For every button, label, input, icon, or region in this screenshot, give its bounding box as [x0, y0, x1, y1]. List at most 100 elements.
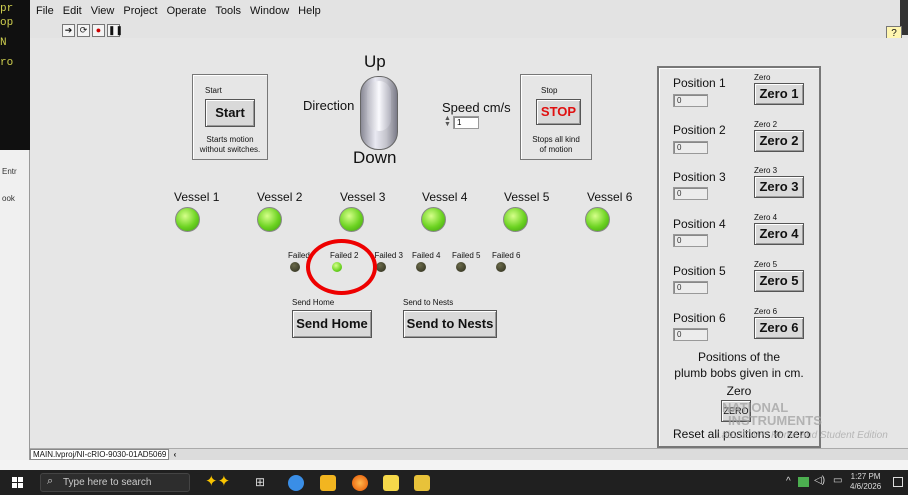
terminal-line: pr — [0, 3, 14, 15]
start-button[interactable]: Start — [205, 99, 255, 127]
zero-5-button[interactable]: Zero 5 — [754, 270, 804, 292]
stop-button[interactable]: STOP — [536, 99, 581, 125]
position-value: 0 — [673, 281, 708, 294]
stop-box: Stop STOP Stops all kind of motion — [520, 74, 592, 160]
position-value: 0 — [673, 141, 708, 154]
status-bar: MAIN.lvproj/NI-cRIO-9030-01AD5069 ‹ — [30, 448, 908, 460]
zero-2-button[interactable]: Zero 2 — [754, 130, 804, 152]
direction-toggle-switch[interactable] — [360, 76, 398, 150]
windows-taskbar: Type here to search ⌕ ✦✦ ⊞ ^ ◁) ▭ 1:27 P… — [0, 470, 908, 495]
position-value: 0 — [673, 328, 708, 341]
clock-date: 4/6/2026 — [850, 482, 882, 491]
vessel-label: Vessel 1 — [174, 190, 220, 204]
vessel-led-6 — [585, 207, 610, 232]
menu-bar: File Edit View Project Operate Tools Win… — [30, 0, 908, 22]
stop-description: of motion — [539, 145, 573, 154]
red-highlight-circle — [306, 239, 377, 295]
taskbar-clock[interactable]: 1:27 PM 4/6/2026 — [850, 472, 881, 492]
pause-icon[interactable]: ❚❚ — [107, 24, 123, 37]
menu-operate[interactable]: Operate — [167, 5, 207, 17]
position-value: 0 — [673, 234, 708, 247]
menu-window[interactable]: Window — [250, 5, 289, 17]
speed-input[interactable]: 1 — [453, 116, 479, 129]
menu-help[interactable]: Help — [298, 5, 321, 17]
front-panel: Start Start Starts motion without switch… — [30, 38, 908, 448]
firefox-icon[interactable] — [352, 475, 368, 491]
network-icon[interactable]: ▭ — [833, 475, 842, 486]
vessel-label: Vessel 6 — [587, 190, 633, 204]
zero-4-button[interactable]: Zero 4 — [754, 223, 804, 245]
position-label: Position 4 — [673, 217, 726, 231]
menu-tools[interactable]: Tools — [215, 5, 241, 17]
vessel-label: Vessel 2 — [257, 190, 303, 204]
start-box: Start Start Starts motion without switch… — [192, 74, 268, 160]
app-icon[interactable] — [288, 475, 304, 491]
vessel-label: Vessel 5 — [504, 190, 550, 204]
search-icon: ⌕ — [47, 475, 54, 487]
toggle-lever — [367, 81, 391, 131]
position-value: 0 — [673, 94, 708, 107]
run-continuous-icon[interactable]: ⟳ — [77, 24, 90, 37]
run-arrow-icon[interactable]: ➔ — [62, 24, 75, 37]
ni-watermark: NATIONAL INSTRUMENTS — [722, 401, 822, 427]
position-label: Position 3 — [673, 170, 726, 184]
vessel-led-2 — [257, 207, 282, 232]
start-caption: Start — [205, 86, 222, 95]
positions-note: plumb bobs given in cm. — [674, 366, 804, 380]
position-label: Position 5 — [673, 264, 726, 278]
windows-start-icon[interactable] — [12, 477, 24, 489]
send-home-button[interactable]: Send Home — [292, 310, 372, 338]
failed-label: Failed 6 — [492, 251, 521, 260]
vessel-led-1 — [175, 207, 200, 232]
background-label: Entr — [2, 167, 17, 176]
terminal-line: op — [0, 17, 14, 29]
zero-caption: Zero 5 — [754, 260, 778, 269]
send-to-nests-button[interactable]: Send to Nests — [403, 310, 497, 338]
direction-down-label: Down — [353, 148, 397, 167]
terminal-line: ro — [0, 57, 14, 69]
menu-project[interactable]: Project — [123, 5, 157, 17]
project-path: MAIN.lvproj/NI-cRIO-9030-01AD5069 — [30, 449, 170, 460]
start-description: Starts motion — [206, 135, 254, 144]
volume-icon[interactable]: ◁) — [814, 475, 825, 486]
vessel-led-3 — [339, 207, 364, 232]
stop-description: Stops all kind — [532, 135, 580, 144]
menu-edit[interactable]: Edit — [63, 5, 82, 17]
zero-caption: Zero — [754, 73, 771, 82]
speed-label: Speed cm/s — [442, 100, 511, 115]
failed-led-1 — [290, 262, 300, 272]
labview-window: File Edit View Project Operate Tools Win… — [30, 0, 908, 460]
zero-1-button[interactable]: Zero 1 — [754, 83, 804, 105]
menu-file[interactable]: File — [36, 5, 54, 17]
tray-app-icon[interactable] — [798, 477, 809, 487]
failed-led-4 — [416, 262, 426, 272]
failed-label: Failed 5 — [452, 251, 481, 260]
tray-chevron-icon[interactable]: ^ — [786, 476, 791, 487]
direction-label: Direction — [303, 98, 355, 113]
taskbar-search-input[interactable]: Type here to search — [40, 473, 190, 492]
sparkle-icon[interactable]: ✦✦ — [205, 472, 235, 490]
notifications-icon[interactable] — [893, 477, 903, 487]
zero-caption: Zero 6 — [754, 307, 778, 316]
position-label: Position 2 — [673, 123, 726, 137]
clock-time: 1:27 PM — [850, 472, 881, 481]
labview-icon[interactable] — [383, 475, 399, 491]
position-label: Position 6 — [673, 311, 726, 325]
vessel-led-5 — [503, 207, 528, 232]
task-view-icon[interactable]: ⊞ — [255, 475, 271, 491]
watermark-text: LabVIEW™ Home and Student Edition — [716, 430, 888, 441]
zero-6-button[interactable]: Zero 6 — [754, 317, 804, 339]
send-home-caption: Send Home — [292, 298, 335, 307]
zero-caption: Zero 3 — [754, 166, 778, 175]
menu-view[interactable]: View — [91, 5, 115, 17]
background-window-edge: Entr ook — [0, 150, 30, 462]
labview-app-icon[interactable] — [414, 475, 430, 491]
speed-increment-decrement[interactable]: ▲ ▼ — [444, 115, 452, 129]
file-explorer-icon[interactable] — [320, 475, 336, 491]
abort-icon[interactable]: ● — [92, 24, 105, 37]
stop-caption: Stop — [541, 86, 558, 95]
background-label: ook — [2, 194, 15, 203]
zero-3-button[interactable]: Zero 3 — [754, 176, 804, 198]
positions-panel: Position 1 0 Zero Zero 1 Position 2 0 Ze… — [657, 66, 821, 448]
failed-led-6 — [496, 262, 506, 272]
